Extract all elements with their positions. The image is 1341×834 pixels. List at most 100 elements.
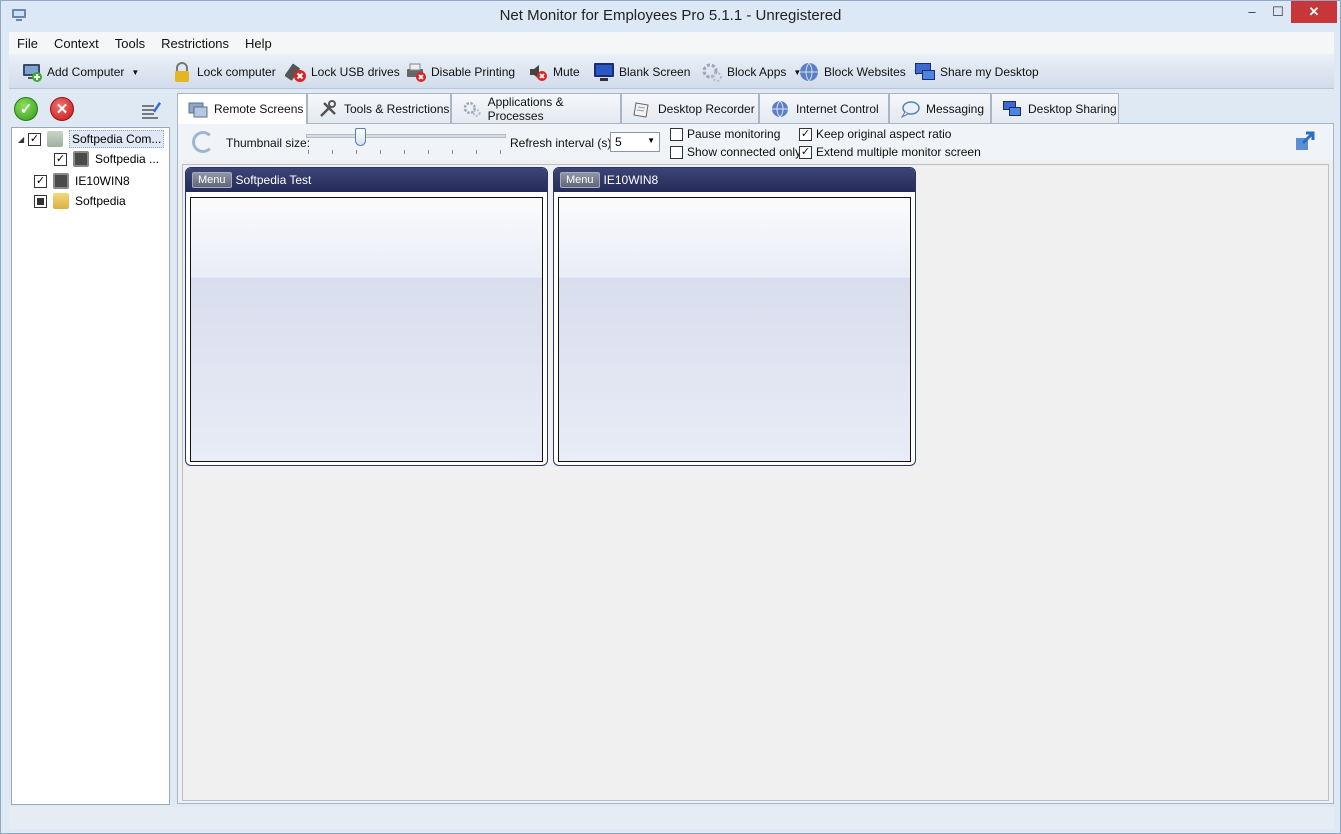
slider-tick	[476, 150, 477, 154]
minimize-button[interactable]: –	[1239, 1, 1265, 23]
tab-applications-processes[interactable]: Applications & Processes	[451, 93, 621, 123]
close-button[interactable]: ✕	[1291, 1, 1337, 23]
maximize-button[interactable]: ☐	[1265, 1, 1291, 23]
add-computer-button[interactable]: Add Computer ▼	[21, 58, 139, 86]
thumbnail-size-slider[interactable]	[306, 134, 506, 138]
tree-item-label: Softpedia Com...	[69, 130, 165, 148]
remote-screens-panel: Thumbnail size: Refresh interval (s): 5 …	[177, 123, 1334, 804]
pause-monitoring-checkbox[interactable]: Pause monitoring	[670, 127, 780, 141]
tab-label: Remote Screens	[214, 102, 304, 116]
menu-tools[interactable]: Tools	[107, 36, 153, 51]
lock-icon	[175, 62, 189, 82]
menu-bar: File Context Tools Restrictions Help	[9, 32, 1334, 54]
lock-computer-button[interactable]: Lock computer	[171, 58, 276, 86]
window-title: Net Monitor for Employees Pro 5.1.1 - Un…	[499, 7, 842, 24]
slider-tick	[332, 150, 333, 154]
extend-monitor-checkbox[interactable]: ✓ Extend multiple monitor screen	[799, 145, 981, 159]
tree-checkbox[interactable]	[34, 194, 47, 208]
slider-thumb[interactable]	[354, 128, 366, 146]
mute-label: Mute	[553, 65, 580, 79]
thumbnail-menu-button[interactable]: Menu	[560, 172, 600, 188]
checkbox-box[interactable]	[670, 127, 683, 141]
tree-checkbox[interactable]: ✓	[34, 174, 47, 188]
menu-context[interactable]: Context	[46, 36, 107, 51]
checkbox-box[interactable]: ✓	[799, 145, 812, 159]
refresh-icon[interactable]	[192, 131, 214, 153]
lock-computer-label: Lock computer	[197, 65, 276, 79]
menu-help[interactable]: Help	[237, 36, 280, 51]
share-desktop-icon	[915, 63, 935, 80]
tab-remote-screens[interactable]: Remote Screens	[177, 93, 307, 124]
computer-name: Softpedia Test	[235, 173, 312, 187]
screens-area: Menu Softpedia Test Menu IE10WIN8	[182, 164, 1329, 801]
recorder-icon	[633, 101, 649, 118]
refresh-interval-label: Refresh interval (s):	[510, 136, 615, 150]
checkbox-label: Show connected only	[687, 145, 802, 159]
slider-tick	[500, 150, 501, 154]
slider-tick	[356, 150, 357, 154]
tab-messaging[interactable]: Messaging	[889, 93, 991, 123]
globe-icon	[800, 62, 818, 82]
thumbnail-header: Menu Softpedia Test	[186, 168, 547, 192]
share-desktop-button[interactable]: Share my Desktop	[914, 58, 1039, 86]
toolbar: Add Computer ▼ Lock computer Lock USB dr…	[9, 54, 1334, 89]
tree-checkbox[interactable]: ✓	[54, 152, 67, 166]
tree-item-label: Softpedia	[75, 194, 126, 208]
screen-thumbnail[interactable]: Menu IE10WIN8	[553, 167, 916, 466]
tree-toolbar: ✓ ✕	[9, 91, 170, 127]
menu-restrictions[interactable]: Restrictions	[153, 36, 237, 51]
disable-printing-button[interactable]: Disable Printing	[405, 58, 515, 86]
slider-tick	[452, 150, 453, 154]
chat-icon	[900, 100, 920, 118]
chevron-down-icon[interactable]: ▼	[131, 68, 139, 77]
screen-controls: Thumbnail size: Refresh interval (s): 5 …	[178, 124, 1333, 160]
mute-button[interactable]: Mute	[527, 58, 580, 86]
usb-lock-icon	[285, 63, 306, 82]
slider-tick	[308, 150, 309, 154]
menu-file[interactable]: File	[9, 36, 46, 51]
add-computer-label: Add Computer	[47, 65, 125, 79]
slider-tick	[404, 150, 405, 154]
tab-desktop-sharing[interactable]: Desktop Sharing	[991, 93, 1119, 123]
block-apps-button[interactable]: Block Apps ▼	[701, 58, 801, 86]
mute-icon	[530, 65, 547, 81]
screen-preview[interactable]	[558, 197, 911, 462]
checkbox-label: Extend multiple monitor screen	[816, 145, 981, 159]
expand-arrow-icon[interactable]: ◢	[18, 135, 28, 144]
show-connected-only-checkbox[interactable]: Show connected only	[670, 145, 801, 159]
disable-printing-label: Disable Printing	[431, 65, 516, 79]
popout-icon[interactable]	[1294, 130, 1316, 152]
app-window: Net Monitor for Employees Pro 5.1.1 - Un…	[0, 0, 1341, 834]
tree-item-group[interactable]: ◢ ✓ Softpedia Com...	[18, 129, 165, 149]
keep-aspect-ratio-checkbox[interactable]: ✓ Keep original aspect ratio	[799, 127, 951, 141]
monitor-icon	[594, 63, 614, 81]
checkbox-box[interactable]	[670, 145, 683, 159]
computer-icon	[73, 151, 89, 167]
tab-bar: Remote Screens Tools & Restrictions Appl…	[177, 93, 1334, 124]
slider-tick	[428, 150, 429, 154]
thumbnail-menu-button[interactable]: Menu	[192, 172, 232, 188]
slider-tick	[380, 150, 381, 154]
tree-item-computer[interactable]: ✓ Softpedia ...	[54, 149, 159, 169]
tree-checkbox[interactable]: ✓	[28, 132, 41, 146]
tree-item-label: Softpedia ...	[95, 152, 160, 166]
tab-label: Messaging	[926, 101, 985, 116]
tab-label: Internet Control	[796, 101, 879, 116]
tree-item-computer[interactable]: ✓ IE10WIN8	[34, 171, 130, 191]
tree-item-folder[interactable]: Softpedia	[34, 191, 126, 211]
uncheck-all-button[interactable]: ✕	[50, 97, 74, 121]
tab-tools-restrictions[interactable]: Tools & Restrictions	[307, 93, 451, 123]
add-computer-icon	[23, 64, 42, 82]
tab-internet-control[interactable]: Internet Control	[759, 93, 889, 123]
edit-list-icon[interactable]	[139, 99, 161, 121]
lock-usb-button[interactable]: Lock USB drives	[285, 58, 400, 86]
screen-thumbnail[interactable]: Menu Softpedia Test	[185, 167, 548, 466]
block-websites-button[interactable]: Block Websites ▼	[798, 58, 921, 86]
check-all-button[interactable]: ✓	[14, 97, 38, 121]
gears-icon	[702, 63, 722, 82]
blank-screen-button[interactable]: Blank Screen	[593, 58, 690, 86]
checkbox-box[interactable]: ✓	[799, 127, 812, 141]
refresh-interval-select[interactable]: 5	[610, 132, 660, 152]
tab-desktop-recorder[interactable]: Desktop Recorder	[621, 93, 759, 123]
screen-preview[interactable]	[190, 197, 543, 462]
